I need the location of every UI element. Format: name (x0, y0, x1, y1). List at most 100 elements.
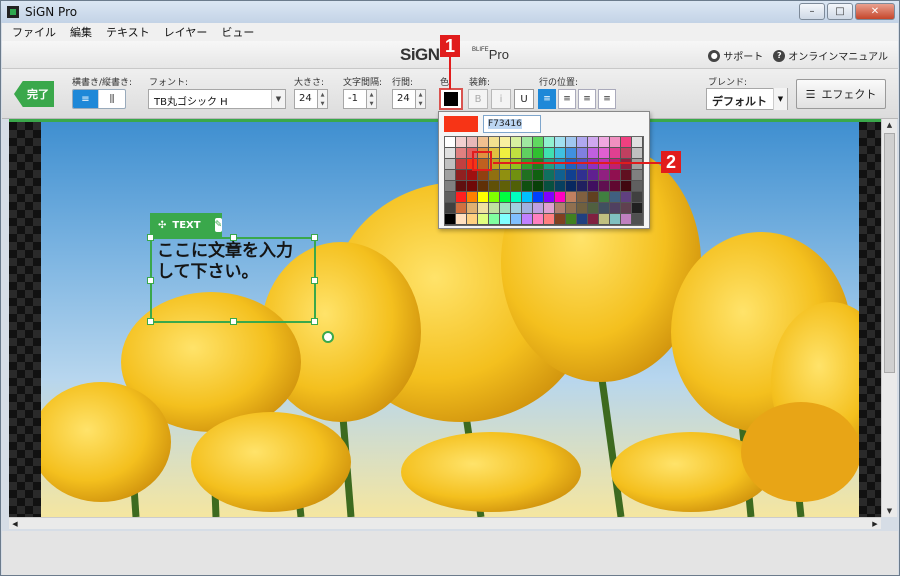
color-swatch[interactable] (610, 214, 621, 225)
color-swatch[interactable] (544, 192, 555, 203)
color-swatch[interactable] (456, 203, 467, 214)
color-swatch[interactable] (577, 137, 588, 148)
color-swatch[interactable] (632, 170, 643, 181)
support-link[interactable]: ● サポート (708, 48, 763, 63)
color-swatch[interactable] (456, 170, 467, 181)
color-swatch[interactable] (632, 148, 643, 159)
spacing-stepper[interactable]: -1 ▲ ▼ (343, 89, 377, 109)
font-select[interactable]: TB丸ゴシック H ▼ (148, 89, 286, 109)
color-swatch[interactable] (566, 192, 577, 203)
color-swatch[interactable] (632, 137, 643, 148)
color-swatch[interactable] (588, 137, 599, 148)
line-spacing-value[interactable]: 24 (392, 89, 416, 109)
color-swatch[interactable] (621, 148, 632, 159)
color-swatch[interactable] (456, 192, 467, 203)
color-swatch[interactable] (500, 214, 511, 225)
scroll-thumb[interactable] (884, 133, 895, 373)
color-swatch[interactable] (500, 203, 511, 214)
color-swatch[interactable] (522, 137, 533, 148)
color-swatch[interactable] (456, 159, 467, 170)
color-swatch[interactable] (610, 181, 621, 192)
pencil-icon[interactable]: ✎ (214, 218, 223, 232)
color-swatch[interactable] (577, 159, 588, 170)
maximize-button[interactable]: □ (827, 3, 853, 20)
color-swatch[interactable] (533, 192, 544, 203)
color-swatch[interactable] (445, 203, 456, 214)
color-swatch[interactable] (588, 170, 599, 181)
color-swatch[interactable] (511, 192, 522, 203)
color-swatch[interactable] (478, 203, 489, 214)
color-swatch[interactable] (456, 148, 467, 159)
menu-text[interactable]: テキスト (106, 24, 150, 40)
spacing-value[interactable]: -1 (343, 89, 367, 109)
vertical-scrollbar[interactable]: ▲ ▼ (881, 119, 897, 517)
hex-color-input[interactable]: F73416 (483, 115, 541, 133)
color-swatch[interactable] (621, 159, 632, 170)
scroll-left-icon[interactable]: ◀ (9, 518, 21, 529)
color-swatch[interactable] (577, 203, 588, 214)
color-swatch[interactable] (544, 148, 555, 159)
color-swatch[interactable] (500, 181, 511, 192)
color-swatch[interactable] (445, 192, 456, 203)
size-stepper[interactable]: 24 ▲ ▼ (294, 89, 328, 109)
color-swatch[interactable] (599, 192, 610, 203)
color-swatch[interactable] (632, 159, 643, 170)
vertical-text-button[interactable]: ⫼ (99, 90, 125, 108)
color-swatch[interactable] (522, 192, 533, 203)
color-swatch[interactable] (610, 148, 621, 159)
minimize-button[interactable]: – (799, 3, 825, 20)
color-swatch[interactable] (555, 214, 566, 225)
color-swatch[interactable] (544, 159, 555, 170)
color-swatch[interactable] (610, 192, 621, 203)
color-swatch[interactable] (511, 181, 522, 192)
color-swatch[interactable] (566, 159, 577, 170)
color-swatch[interactable] (588, 181, 599, 192)
color-swatch[interactable] (478, 170, 489, 181)
color-swatch[interactable] (599, 137, 610, 148)
color-swatch[interactable] (621, 214, 632, 225)
menu-file[interactable]: ファイル (12, 24, 56, 40)
color-swatch[interactable] (467, 181, 478, 192)
underline-button[interactable]: U (514, 89, 534, 109)
color-swatch[interactable] (500, 159, 511, 170)
color-swatch[interactable] (555, 137, 566, 148)
color-swatch[interactable] (467, 170, 478, 181)
manual-link[interactable]: ? オンラインマニュアル (773, 48, 888, 63)
text-layer-tab[interactable]: ✣ TEXT ✎ (150, 213, 223, 237)
color-swatch[interactable] (544, 137, 555, 148)
resize-handle[interactable] (311, 234, 318, 241)
color-swatch[interactable] (489, 159, 500, 170)
color-swatch[interactable] (577, 170, 588, 181)
color-swatch[interactable] (445, 170, 456, 181)
color-swatch[interactable] (533, 203, 544, 214)
resize-handle[interactable] (147, 318, 154, 325)
color-swatch[interactable] (555, 181, 566, 192)
color-swatch[interactable] (566, 181, 577, 192)
color-swatch[interactable] (511, 137, 522, 148)
color-swatch[interactable] (577, 148, 588, 159)
color-swatch[interactable] (544, 170, 555, 181)
color-swatch[interactable] (588, 192, 599, 203)
color-swatch[interactable] (621, 170, 632, 181)
color-swatch[interactable] (599, 214, 610, 225)
bold-button[interactable]: B (468, 89, 488, 109)
color-swatch[interactable] (599, 181, 610, 192)
color-swatch[interactable] (445, 159, 456, 170)
color-swatch[interactable] (489, 214, 500, 225)
color-swatch[interactable] (588, 203, 599, 214)
resize-handle[interactable] (311, 318, 318, 325)
menu-view[interactable]: ビュー (221, 24, 254, 40)
color-swatch[interactable] (500, 148, 511, 159)
color-swatch[interactable] (467, 192, 478, 203)
text-content[interactable]: ここに文章を入力 して下さい。 (157, 241, 293, 283)
resize-handle[interactable] (147, 234, 154, 241)
align-right-button[interactable]: ≡ (578, 89, 596, 109)
blend-select[interactable]: デフォルト ▼ (706, 88, 788, 110)
color-swatch[interactable] (599, 148, 610, 159)
color-swatch[interactable] (588, 159, 599, 170)
color-swatch[interactable] (566, 203, 577, 214)
color-swatch[interactable] (555, 148, 566, 159)
color-swatch[interactable] (467, 137, 478, 148)
color-swatch[interactable] (456, 181, 467, 192)
align-left-button[interactable]: ≡ (538, 89, 556, 109)
